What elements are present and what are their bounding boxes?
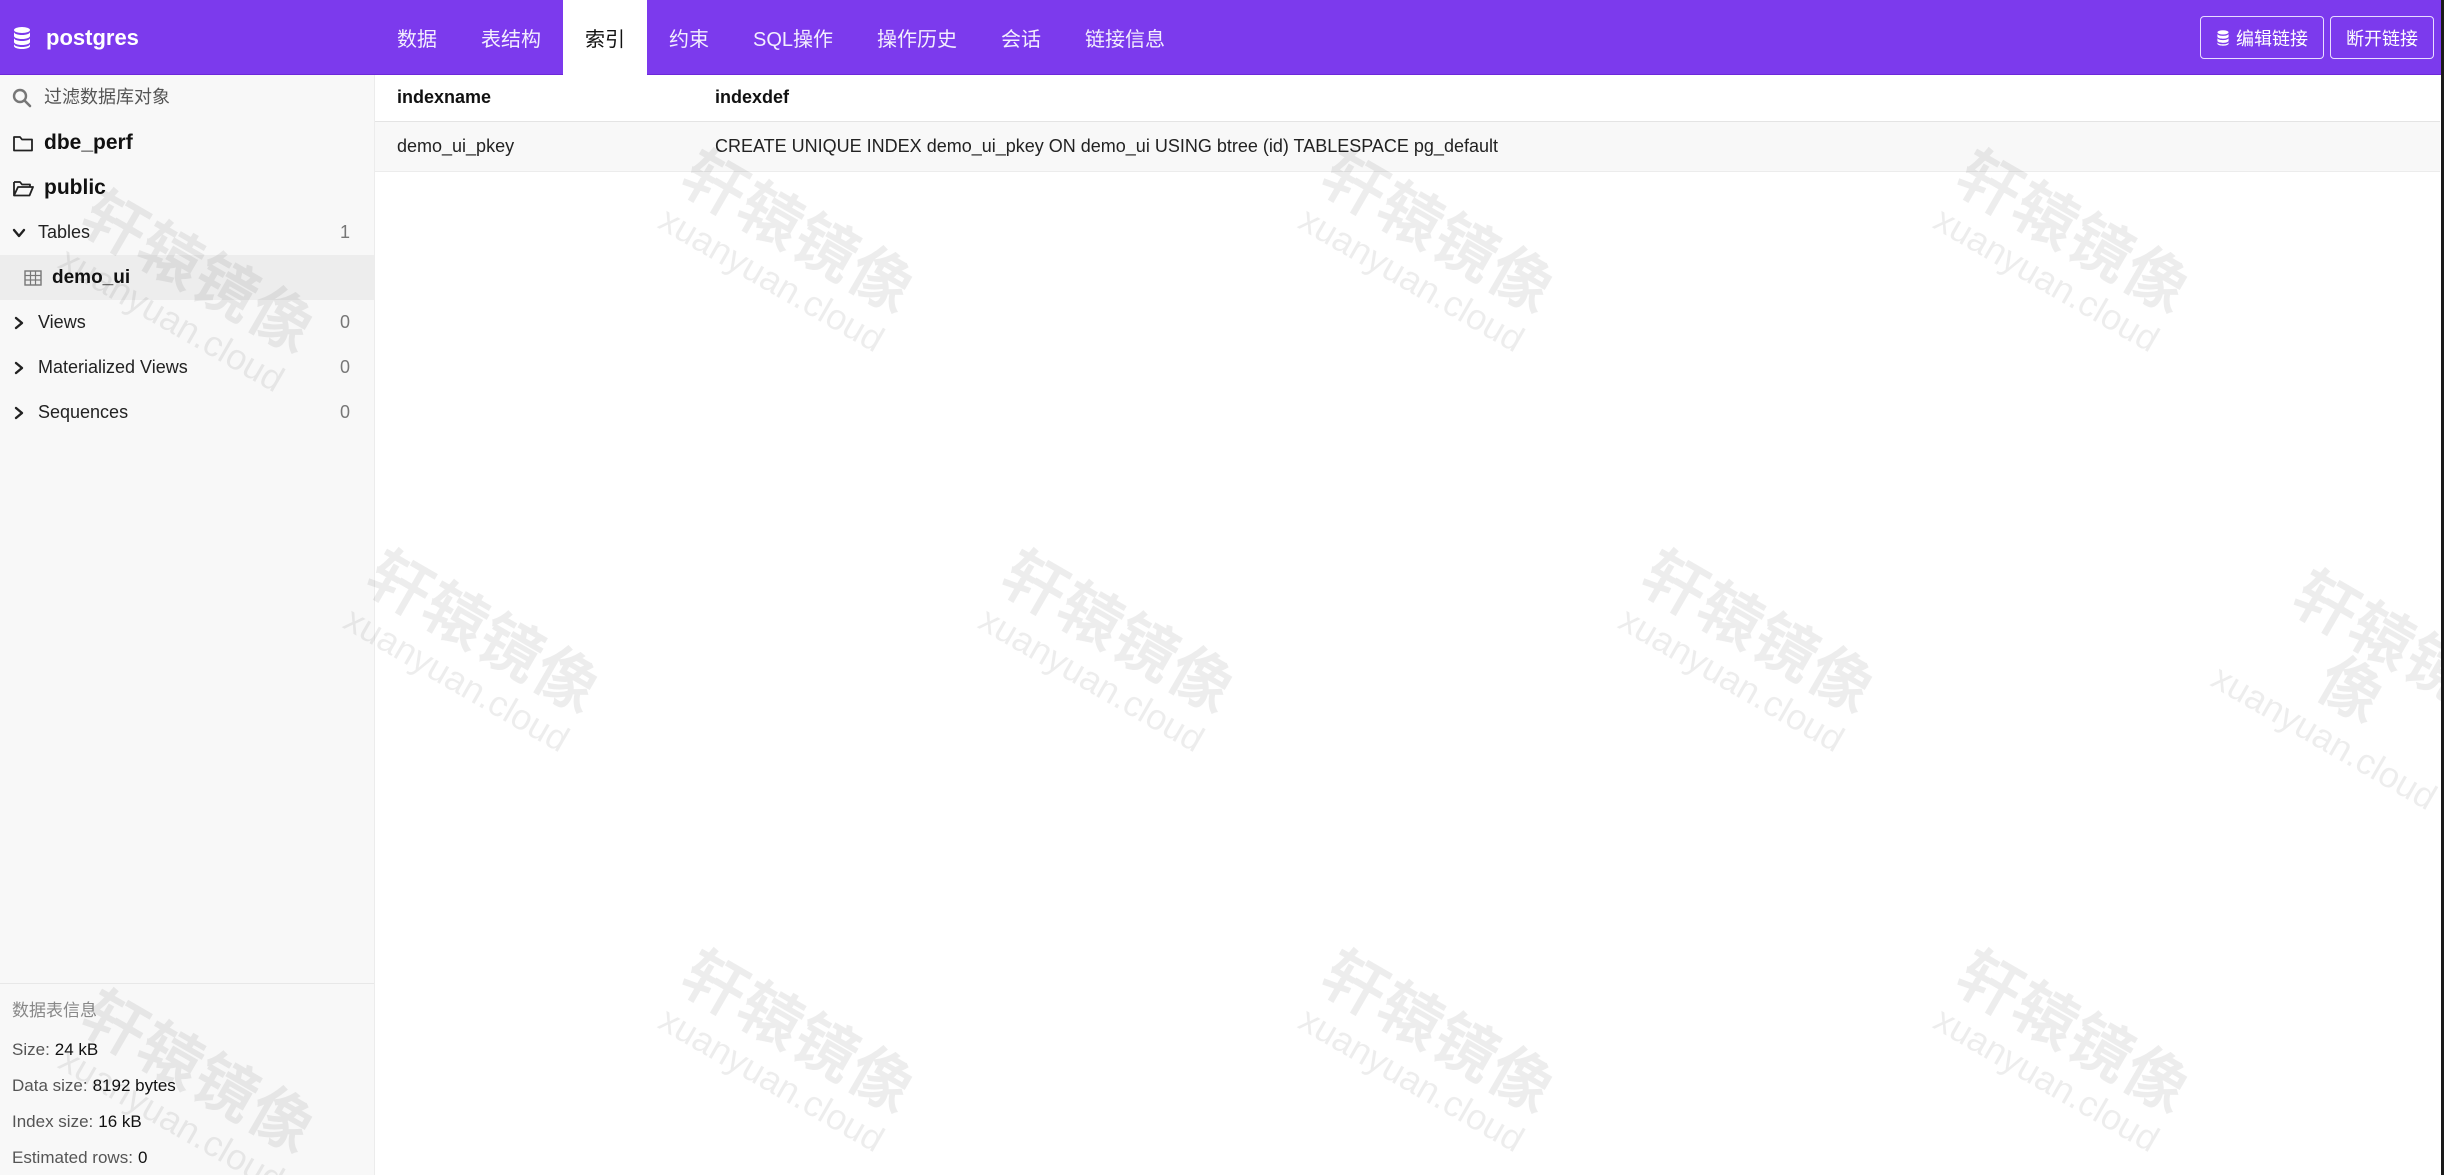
info-title: 数据表信息 <box>12 1001 97 1020</box>
table-label: demo_ui <box>52 266 131 288</box>
section-label: Tables <box>38 222 91 242</box>
info-label: Estimated rows: <box>12 1148 133 1167</box>
section-count: 0 <box>339 357 350 377</box>
schema-label: public <box>44 175 106 199</box>
info-estimated-rows: Estimated rows: 0 <box>12 1140 362 1175</box>
folder-open-icon <box>13 180 34 196</box>
search-icon <box>12 88 32 107</box>
column-header: indexdef <box>693 75 2440 122</box>
schema-item-dbe-perf[interactable]: dbe_perf <box>0 120 374 165</box>
tab-connection-info[interactable]: 链接信息 <box>1063 0 1187 75</box>
chevron-right-icon <box>14 406 24 419</box>
column-header: indexname <box>375 75 693 122</box>
header-actions: 编辑链接 断开链接 <box>2200 16 2434 59</box>
tab-constraints[interactable]: 约束 <box>647 0 731 75</box>
table-item-demo-ui[interactable]: demo_ui <box>0 255 374 300</box>
info-label: Index size: <box>12 1112 94 1131</box>
tab-label: 链接信息 <box>1085 29 1166 51</box>
section-count: 0 <box>339 402 350 422</box>
tab-label: 操作历史 <box>877 29 958 51</box>
disconnect-button[interactable]: 断开链接 <box>2330 16 2434 59</box>
chevron-right-icon <box>14 316 24 329</box>
tab-label: SQL操作 <box>753 29 834 51</box>
database-name: postgres <box>46 24 139 50</box>
main-content: indexname indexdef demo_ui_pkey CREATE U… <box>375 75 2444 1175</box>
tab-data[interactable]: 数据 <box>375 0 459 75</box>
edit-connection-button[interactable]: 编辑链接 <box>2200 16 2324 59</box>
tab-label: 约束 <box>669 29 709 51</box>
database-icon <box>14 26 30 49</box>
table-cell[interactable]: demo_ui_pkey <box>375 121 693 172</box>
tab-indexes[interactable]: 索引 <box>563 0 647 75</box>
section-materialized-views[interactable]: Materialized Views 0 <box>0 345 374 390</box>
object-filter <box>0 75 374 120</box>
table-info-panel: 数据表信息 Size: 24 kB Data size: 8192 bytes … <box>0 983 374 1175</box>
edit-connection-label: 编辑链接 <box>2236 28 2308 49</box>
info-value: 16 kB <box>98 1112 142 1131</box>
section-label: Views <box>38 312 86 332</box>
tab-label: 表结构 <box>481 29 541 51</box>
section-count: 0 <box>339 312 350 332</box>
tab-label: 会话 <box>1001 29 1042 51</box>
chevron-right-icon <box>14 361 24 374</box>
info-label: Data size: <box>12 1076 88 1095</box>
database-icon <box>2217 29 2229 46</box>
section-sequences[interactable]: Sequences 0 <box>0 390 374 435</box>
info-value: 8192 bytes <box>92 1076 176 1095</box>
brand: postgres <box>0 0 375 75</box>
tab-bar: 数据 表结构 索引 约束 SQL操作 操作历史 会话 链接信息 <box>375 0 1187 75</box>
schema-label: dbe_perf <box>44 130 133 154</box>
info-data-size: Data size: 8192 bytes <box>12 1068 362 1104</box>
tab-history[interactable]: 操作历史 <box>855 0 979 75</box>
tab-sessions[interactable]: 会话 <box>979 0 1063 75</box>
disconnect-label: 断开链接 <box>2346 28 2418 49</box>
section-tables[interactable]: Tables 1 <box>0 210 374 255</box>
info-value: 0 <box>137 1148 148 1167</box>
info-value: 24 kB <box>54 1040 99 1059</box>
tab-label: 数据 <box>397 29 437 51</box>
schema-item-public[interactable]: public <box>0 165 374 210</box>
table-header-row: indexname indexdef <box>375 75 2440 122</box>
tab-structure[interactable]: 表结构 <box>459 0 563 75</box>
filter-input[interactable] <box>44 87 364 108</box>
section-count: 1 <box>339 222 350 242</box>
info-size: Size: 24 kB <box>12 1032 362 1068</box>
section-views[interactable]: Views 0 <box>0 300 374 345</box>
table-cell[interactable]: CREATE UNIQUE INDEX demo_ui_pkey ON demo… <box>693 121 2440 172</box>
section-label: Sequences <box>38 402 129 422</box>
table-row[interactable]: demo_ui_pkey CREATE UNIQUE INDEX demo_ui… <box>375 121 2440 172</box>
index-table: indexname indexdef demo_ui_pkey CREATE U… <box>375 75 2440 172</box>
sidebar: dbe_perf public Tables 1 demo_ui Views 0 <box>0 75 375 1175</box>
tab-label: 索引 <box>585 29 625 51</box>
section-label: Materialized Views <box>38 357 188 377</box>
top-bar: postgres 数据 表结构 索引 约束 SQL操作 操作历史 会话 链接信息… <box>0 0 2444 75</box>
table-icon <box>24 269 42 286</box>
tab-sql-query[interactable]: SQL操作 <box>731 0 855 75</box>
info-index-size: Index size: 16 kB <box>12 1104 362 1140</box>
folder-icon <box>13 135 33 151</box>
info-label: Size: <box>12 1040 50 1059</box>
chevron-down-icon <box>12 228 26 237</box>
